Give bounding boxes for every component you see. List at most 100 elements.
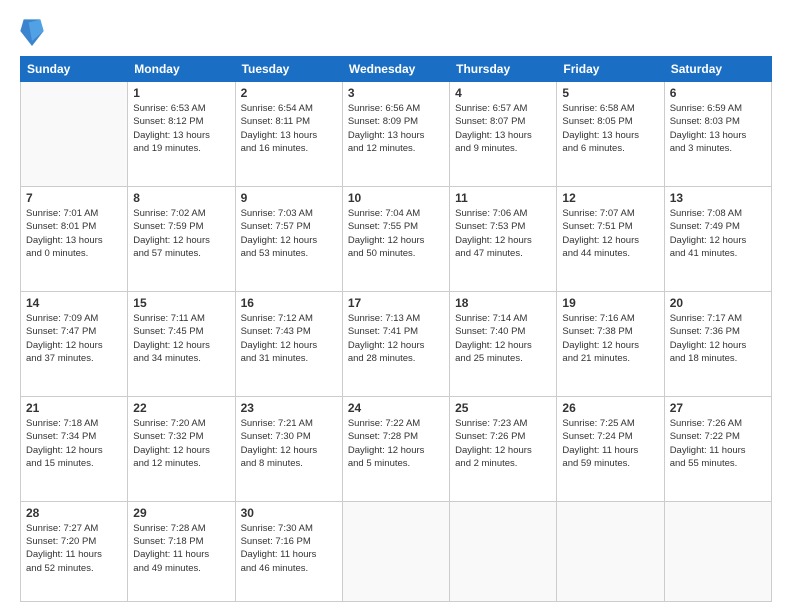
calendar-cell: 1 Sunrise: 6:53 AMSunset: 8:12 PMDaylight… [128, 82, 235, 187]
calendar-cell: 24Sunrise: 7:22 AMSunset: 7:28 PMDayligh… [342, 396, 449, 501]
day-info: Sunrise: 7:07 AMSunset: 7:51 PMDaylight:… [562, 207, 658, 260]
day-info: Sunrise: 6:58 AMSunset: 8:05 PMDaylight:… [562, 102, 658, 155]
day-info: Sunrise: 7:13 AMSunset: 7:41 PMDaylight:… [348, 312, 444, 365]
weekday-header-monday: Monday [128, 57, 235, 82]
day-info: Sunrise: 7:20 AMSunset: 7:32 PMDaylight:… [133, 417, 229, 470]
week-row-5: 28 Sunrise: 7:27 AMSunset: 7:20 PMDayligh… [21, 501, 772, 601]
day-number: 15 [133, 296, 229, 310]
day-number: 18 [455, 296, 551, 310]
calendar-cell: 20 Sunrise: 7:17 AMSunset: 7:36 PMDayligh… [664, 291, 771, 396]
calendar-cell: 18 Sunrise: 7:14 AMSunset: 7:40 PMDayligh… [450, 291, 557, 396]
day-number: 1 [133, 86, 229, 100]
weekday-header-saturday: Saturday [664, 57, 771, 82]
week-row-3: 14 Sunrise: 7:09 AMSunset: 7:47 PMDayligh… [21, 291, 772, 396]
week-row-1: 1 Sunrise: 6:53 AMSunset: 8:12 PMDaylight… [21, 82, 772, 187]
day-info: Sunrise: 7:03 AMSunset: 7:57 PMDaylight:… [241, 207, 337, 260]
day-number: 28 [26, 506, 122, 520]
day-number: 12 [562, 191, 658, 205]
day-number: 17 [348, 296, 444, 310]
calendar-cell [450, 501, 557, 601]
day-number: 21 [26, 401, 122, 415]
day-info: Sunrise: 6:56 AMSunset: 8:09 PMDaylight:… [348, 102, 444, 155]
calendar-cell: 2Sunrise: 6:54 AMSunset: 8:11 PMDaylight… [235, 82, 342, 187]
calendar-cell: 13 Sunrise: 7:08 AMSunset: 7:49 PMDayligh… [664, 186, 771, 291]
day-info: Sunrise: 7:01 AMSunset: 8:01 PMDaylight:… [26, 207, 122, 260]
day-info: Sunrise: 7:21 AMSunset: 7:30 PMDaylight:… [241, 417, 337, 470]
week-row-4: 21Sunrise: 7:18 AMSunset: 7:34 PMDayligh… [21, 396, 772, 501]
calendar-cell [557, 501, 664, 601]
calendar-cell: 11 Sunrise: 7:06 AMSunset: 7:53 PMDayligh… [450, 186, 557, 291]
day-number: 27 [670, 401, 766, 415]
day-number: 22 [133, 401, 229, 415]
day-number: 13 [670, 191, 766, 205]
day-info: Sunrise: 7:06 AMSunset: 7:53 PMDaylight:… [455, 207, 551, 260]
day-info: Sunrise: 7:02 AMSunset: 7:59 PMDaylight:… [133, 207, 229, 260]
day-number: 4 [455, 86, 551, 100]
day-info: Sunrise: 6:53 AMSunset: 8:12 PMDaylight:… [133, 102, 229, 155]
calendar-cell [342, 501, 449, 601]
day-info: Sunrise: 6:54 AMSunset: 8:11 PMDaylight:… [241, 102, 337, 155]
calendar-cell: 27 Sunrise: 7:26 AMSunset: 7:22 PMDayligh… [664, 396, 771, 501]
weekday-header-wednesday: Wednesday [342, 57, 449, 82]
weekday-header-tuesday: Tuesday [235, 57, 342, 82]
day-info: Sunrise: 7:26 AMSunset: 7:22 PMDaylight:… [670, 417, 766, 470]
day-info: Sunrise: 6:59 AMSunset: 8:03 PMDaylight:… [670, 102, 766, 155]
day-number: 30 [241, 506, 337, 520]
logo [20, 16, 46, 46]
day-info: Sunrise: 7:09 AMSunset: 7:47 PMDaylight:… [26, 312, 122, 365]
calendar-cell: 22 Sunrise: 7:20 AMSunset: 7:32 PMDayligh… [128, 396, 235, 501]
calendar-cell: 16Sunrise: 7:12 AMSunset: 7:43 PMDayligh… [235, 291, 342, 396]
day-number: 5 [562, 86, 658, 100]
day-info: Sunrise: 7:12 AMSunset: 7:43 PMDaylight:… [241, 312, 337, 365]
day-info: Sunrise: 7:04 AMSunset: 7:55 PMDaylight:… [348, 207, 444, 260]
calendar-cell: 29 Sunrise: 7:28 AMSunset: 7:18 PMDayligh… [128, 501, 235, 601]
day-number: 9 [241, 191, 337, 205]
day-number: 24 [348, 401, 444, 415]
calendar-cell: 12 Sunrise: 7:07 AMSunset: 7:51 PMDayligh… [557, 186, 664, 291]
calendar-cell: 7 Sunrise: 7:01 AMSunset: 8:01 PMDaylight… [21, 186, 128, 291]
day-info: Sunrise: 7:28 AMSunset: 7:18 PMDaylight:… [133, 522, 229, 575]
weekday-header-sunday: Sunday [21, 57, 128, 82]
day-info: Sunrise: 7:14 AMSunset: 7:40 PMDaylight:… [455, 312, 551, 365]
day-info: Sunrise: 7:27 AMSunset: 7:20 PMDaylight:… [26, 522, 122, 575]
calendar-cell: 6 Sunrise: 6:59 AMSunset: 8:03 PMDaylight… [664, 82, 771, 187]
calendar-cell: 14 Sunrise: 7:09 AMSunset: 7:47 PMDayligh… [21, 291, 128, 396]
day-number: 20 [670, 296, 766, 310]
calendar-cell: 4Sunrise: 6:57 AMSunset: 8:07 PMDaylight… [450, 82, 557, 187]
day-number: 25 [455, 401, 551, 415]
day-info: Sunrise: 7:23 AMSunset: 7:26 PMDaylight:… [455, 417, 551, 470]
day-number: 19 [562, 296, 658, 310]
day-number: 10 [348, 191, 444, 205]
day-number: 3 [348, 86, 444, 100]
calendar-cell: 21Sunrise: 7:18 AMSunset: 7:34 PMDayligh… [21, 396, 128, 501]
day-number: 7 [26, 191, 122, 205]
day-info: Sunrise: 7:17 AMSunset: 7:36 PMDaylight:… [670, 312, 766, 365]
logo-icon [20, 16, 44, 46]
day-number: 14 [26, 296, 122, 310]
day-number: 11 [455, 191, 551, 205]
calendar-cell [21, 82, 128, 187]
day-number: 29 [133, 506, 229, 520]
calendar-cell: 23 Sunrise: 7:21 AMSunset: 7:30 PMDayligh… [235, 396, 342, 501]
day-number: 23 [241, 401, 337, 415]
header [20, 16, 772, 46]
calendar-cell: 30 Sunrise: 7:30 AMSunset: 7:16 PMDayligh… [235, 501, 342, 601]
calendar-cell: 10 Sunrise: 7:04 AMSunset: 7:55 PMDayligh… [342, 186, 449, 291]
calendar-cell: 17 Sunrise: 7:13 AMSunset: 7:41 PMDayligh… [342, 291, 449, 396]
day-number: 26 [562, 401, 658, 415]
calendar-cell: 5 Sunrise: 6:58 AMSunset: 8:05 PMDaylight… [557, 82, 664, 187]
calendar-cell: 8 Sunrise: 7:02 AMSunset: 7:59 PMDaylight… [128, 186, 235, 291]
day-info: Sunrise: 7:11 AMSunset: 7:45 PMDaylight:… [133, 312, 229, 365]
day-number: 6 [670, 86, 766, 100]
calendar-cell: 15 Sunrise: 7:11 AMSunset: 7:45 PMDayligh… [128, 291, 235, 396]
calendar-cell: 25 Sunrise: 7:23 AMSunset: 7:26 PMDayligh… [450, 396, 557, 501]
day-info: Sunrise: 7:08 AMSunset: 7:49 PMDaylight:… [670, 207, 766, 260]
day-number: 8 [133, 191, 229, 205]
page: SundayMondayTuesdayWednesdayThursdayFrid… [0, 0, 792, 612]
weekday-header-thursday: Thursday [450, 57, 557, 82]
weekday-header-friday: Friday [557, 57, 664, 82]
calendar-table: SundayMondayTuesdayWednesdayThursdayFrid… [20, 56, 772, 602]
weekday-header-row: SundayMondayTuesdayWednesdayThursdayFrid… [21, 57, 772, 82]
day-info: Sunrise: 7:30 AMSunset: 7:16 PMDaylight:… [241, 522, 337, 575]
calendar-cell: 28 Sunrise: 7:27 AMSunset: 7:20 PMDayligh… [21, 501, 128, 601]
